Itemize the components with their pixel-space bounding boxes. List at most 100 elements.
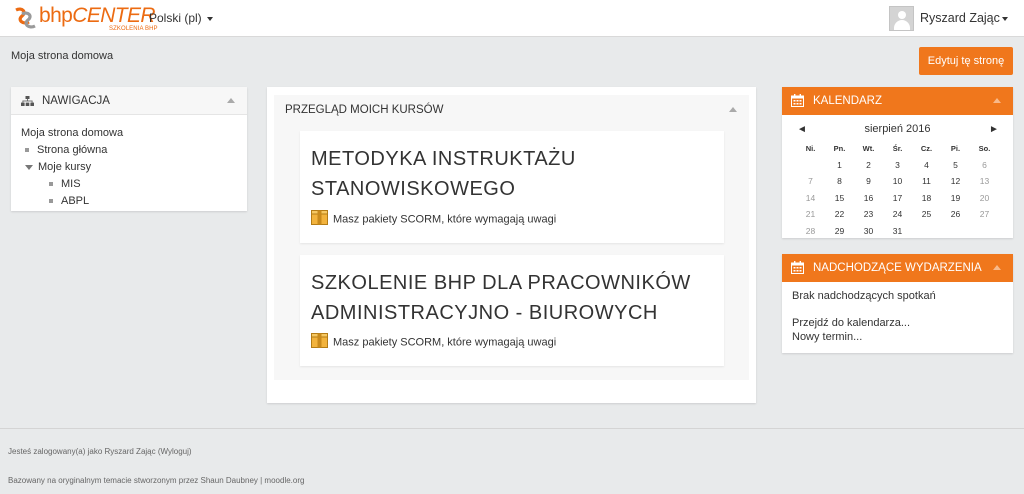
course-title-link[interactable]: METODYKA INSTRUKTAŻU STANOWISKOWEGO (311, 144, 576, 204)
next-month-icon[interactable]: ► (989, 124, 999, 135)
bhp-logo-mark-icon (15, 7, 36, 29)
course-overview-header[interactable]: PRZEGLĄD MOICH KURSÓW (274, 95, 749, 125)
calendar-day[interactable]: 14 (796, 190, 825, 207)
calendar-day[interactable]: 4 (912, 157, 941, 174)
course-list: METODYKA INSTRUKTAŻU STANOWISKOWEGO Masz … (274, 125, 749, 380)
language-menu[interactable]: Polski (pl) (149, 11, 213, 25)
navigation-title: NAWIGACJA (42, 95, 110, 107)
site-logo[interactable]: bhpCENTER SZKOLENIA BHP (13, 4, 158, 33)
calendar-day[interactable]: 12 (941, 173, 970, 190)
calendar-day[interactable]: 29 (825, 223, 854, 240)
upcoming-events-title: NADCHODZĄCE WYDARZENIA (813, 262, 982, 274)
chevron-down-icon (206, 16, 213, 21)
weekday-label: Ni. (805, 143, 816, 153)
language-label: Polski (pl) (149, 11, 202, 25)
nav-item-my-courses[interactable]: Moje kursy (21, 159, 123, 176)
no-events-text: Brak nadchodzących spotkań (792, 290, 936, 302)
calendar-day[interactable]: 19 (941, 190, 970, 207)
calendar-day[interactable]: 17 (883, 190, 912, 207)
calendar-day[interactable]: 30 (854, 223, 883, 240)
theme-credit[interactable]: Bazowany na oryginalnym temacie stworzon… (8, 476, 304, 485)
calendar-day[interactable]: 23 (854, 206, 883, 223)
calendar-day[interactable]: 7 (796, 173, 825, 190)
course-overview-block: PRZEGLĄD MOICH KURSÓW METODYKA INSTRUKTA… (267, 87, 756, 403)
navigation-block: NAWIGACJA Moja strona domowa Strona głów… (11, 87, 247, 211)
logged-in-info[interactable]: Jesteś zalogowany(a) jako Ryszard Zając … (8, 447, 192, 456)
scorm-notice[interactable]: Masz pakiety SCORM, które wymagają uwagi (311, 333, 556, 350)
nav-item-my-home[interactable]: Moja strona domowa (21, 125, 123, 142)
user-name: Ryszard Zając (920, 11, 1000, 25)
package-icon (311, 210, 328, 225)
calendar-day[interactable]: 24 (883, 206, 912, 223)
calendar-day[interactable]: 6 (970, 157, 999, 174)
calendar-icon (791, 261, 804, 274)
calendar-day[interactable]: 8 (825, 173, 854, 190)
weekday-label: Wt. (862, 143, 875, 153)
calendar-day[interactable]: 2 (854, 157, 883, 174)
calendar-day[interactable]: 25 (912, 206, 941, 223)
sitemap-icon (21, 96, 34, 106)
nav-item-course[interactable]: ABPL (21, 193, 123, 210)
calendar-day[interactable]: 22 (825, 206, 854, 223)
breadcrumb: Moja strona domowa (11, 50, 114, 62)
collapse-icon[interactable] (227, 98, 235, 103)
weekday-label: Cz. (920, 143, 933, 153)
calendar-day[interactable]: 11 (912, 173, 941, 190)
expand-down-icon (25, 164, 33, 170)
new-event-link[interactable]: Nowy termin... (792, 331, 862, 343)
upcoming-events-block: NADCHODZĄCE WYDARZENIA Brak nadchodzącyc… (782, 254, 1013, 353)
calendar-day (796, 157, 825, 174)
upcoming-events-header[interactable]: NADCHODZĄCE WYDARZENIA (782, 254, 1013, 282)
course-title-link[interactable]: SZKOLENIE BHP DLA PRACOWNIKÓW ADMINISTRAC… (311, 268, 691, 328)
bullet-icon (49, 182, 53, 187)
calendar-day[interactable]: 13 (970, 173, 999, 190)
nav-item-site-home[interactable]: Strona główna (21, 142, 123, 159)
calendar-day[interactable]: 18 (912, 190, 941, 207)
calendar-day (970, 223, 999, 240)
calendar-day (941, 223, 970, 240)
goto-calendar-link[interactable]: Przejdź do kalendarza... (792, 317, 910, 329)
navigation-tree: Moja strona domowa Strona główna Moje ku… (21, 125, 123, 210)
calendar-day[interactable]: 9 (854, 173, 883, 190)
collapse-icon[interactable] (993, 98, 1001, 103)
calendar-day (912, 223, 941, 240)
course-overview-title: PRZEGLĄD MOICH KURSÓW (285, 104, 444, 116)
package-icon (311, 333, 328, 348)
calendar-day[interactable]: 31 (883, 223, 912, 240)
navigation-block-header[interactable]: NAWIGACJA (11, 87, 247, 115)
top-navbar: bhpCENTER SZKOLENIA BHP Polski (pl) Rysz… (0, 0, 1024, 37)
calendar-grid: Ni. Pn. Wt. Śr. Cz. Pi. So. 1 2 3 4 5 6 … (796, 140, 999, 239)
calendar-day[interactable]: 28 (796, 223, 825, 240)
calendar-day[interactable]: 26 (941, 206, 970, 223)
calendar-day[interactable]: 10 (883, 173, 912, 190)
edit-page-button[interactable]: Edytuj tę stronę (919, 47, 1013, 75)
weekday-label: So. (978, 143, 991, 153)
chevron-down-icon (1002, 17, 1008, 21)
calendar-day[interactable]: 27 (970, 206, 999, 223)
weekday-label: Pn. (833, 143, 846, 153)
prev-month-icon[interactable]: ◄ (797, 124, 807, 135)
calendar-day[interactable]: 20 (970, 190, 999, 207)
course-card: METODYKA INSTRUKTAŻU STANOWISKOWEGO Masz … (300, 131, 724, 243)
logo-text: bhpCENTER (39, 4, 156, 27)
course-card: SZKOLENIE BHP DLA PRACOWNIKÓW ADMINISTRAC… (300, 255, 724, 366)
calendar-day[interactable]: 5 (941, 157, 970, 174)
calendar-day[interactable]: 3 (883, 157, 912, 174)
calendar-day[interactable]: 1 (825, 157, 854, 174)
calendar-icon (791, 94, 804, 107)
collapse-icon[interactable] (993, 265, 1001, 270)
calendar-day[interactable]: 21 (796, 206, 825, 223)
calendar-day[interactable]: 15 (825, 190, 854, 207)
collapse-icon[interactable] (729, 107, 737, 112)
calendar-month[interactable]: sierpień 2016 (782, 123, 1013, 135)
weekday-label: Śr. (892, 143, 903, 153)
bullet-icon (25, 148, 29, 153)
footer-divider (0, 428, 1024, 429)
calendar-day[interactable]: 16 (854, 190, 883, 207)
calendar-header[interactable]: KALENDARZ (782, 87, 1013, 115)
calendar-block: KALENDARZ sierpień 2016 ◄ ► Ni. Pn. Wt. … (782, 87, 1013, 238)
scorm-notice[interactable]: Masz pakiety SCORM, które wymagają uwagi (311, 210, 556, 227)
bullet-icon (49, 199, 53, 204)
nav-item-course[interactable]: MIS (21, 176, 123, 193)
logo-tagline: SZKOLENIA BHP (109, 26, 158, 32)
